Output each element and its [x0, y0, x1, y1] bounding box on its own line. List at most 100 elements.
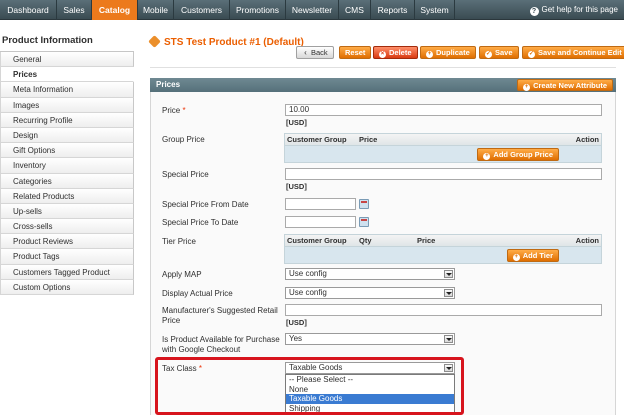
- duplicate-button-label: Duplicate: [436, 48, 470, 57]
- sidebar-item-meta-information[interactable]: Meta Information: [0, 82, 134, 98]
- sidebar-item-customers-tagged-product[interactable]: Customers Tagged Product: [0, 264, 134, 280]
- nav-newsletter[interactable]: Newsletter: [286, 0, 339, 20]
- apply-map-label: Apply MAP: [162, 270, 202, 279]
- save-continue-button-label: Save and Continue Edit: [538, 48, 622, 57]
- google-checkout-label-line2: with Google Checkout: [162, 345, 241, 354]
- calendar-icon[interactable]: [359, 217, 369, 227]
- msrp-currency-note: [USD]: [286, 318, 307, 327]
- group-price-grid: Customer Group Price Action + Add Group P…: [284, 133, 602, 163]
- save-icon: ✓: [485, 51, 492, 58]
- chevron-down-icon: [444, 335, 453, 343]
- sidebar-item-recurring-profile[interactable]: Recurring Profile: [0, 112, 134, 128]
- sidebar-item-prices[interactable]: Prices: [0, 67, 134, 83]
- reset-button[interactable]: Reset: [339, 46, 372, 59]
- delete-button-label: Delete: [389, 48, 412, 57]
- add-tier-button[interactable]: + Add Tier: [506, 249, 559, 262]
- save-button[interactable]: ✓ Save: [479, 46, 519, 59]
- save-continue-icon: ✓: [528, 51, 535, 58]
- product-icon: [148, 35, 161, 48]
- header-divider: [150, 67, 616, 68]
- sidebar-item-categories[interactable]: Categories: [0, 173, 134, 189]
- special-price-label: Special Price: [162, 170, 209, 179]
- sidebar-item-general[interactable]: General: [0, 52, 134, 68]
- add-group-price-button[interactable]: + Add Group Price: [477, 148, 559, 161]
- sidebar-item-custom-options[interactable]: Custom Options: [0, 279, 134, 295]
- msrp-input[interactable]: [285, 304, 602, 316]
- page-title: STS Test Product #1 (Default): [148, 35, 304, 48]
- sidebar-item-product-reviews[interactable]: Product Reviews: [0, 234, 134, 250]
- nav-mobile[interactable]: Mobile: [138, 0, 174, 20]
- add-tier-label: Add Tier: [522, 251, 553, 260]
- chevron-down-icon: [444, 289, 453, 297]
- price-input[interactable]: 10.00: [285, 104, 602, 116]
- sidebar-item-design[interactable]: Design: [0, 127, 134, 144]
- sidebar-item-related-products[interactable]: Related Products: [0, 188, 134, 204]
- prices-section-title: Prices: [156, 80, 181, 89]
- nav-reports[interactable]: Reports: [371, 0, 415, 20]
- group-price-grid-header: Customer Group Price Action: [285, 134, 601, 146]
- top-navigation: Dashboard Sales Catalog Mobile Customers…: [0, 0, 624, 20]
- sidebar-item-cross-sells[interactable]: Cross-sells: [0, 219, 134, 235]
- google-checkout-select[interactable]: Yes: [285, 333, 455, 345]
- nav-system[interactable]: System: [415, 0, 455, 20]
- msrp-label-line1: Manufacturer's Suggested Retail: [162, 306, 278, 315]
- back-button[interactable]: ‹ Back: [296, 46, 334, 59]
- save-button-label: Save: [495, 48, 513, 57]
- apply-map-select[interactable]: Use config: [285, 268, 455, 280]
- google-checkout-label-line1: Is Product Available for Purchase: [162, 335, 280, 344]
- tier-price-grid-header: Customer Group Qty Price Action: [285, 235, 601, 247]
- google-checkout-value: Yes: [289, 334, 303, 343]
- prices-section-header: Prices + Create New Attribute: [150, 78, 616, 92]
- sidebar-item-gift-options[interactable]: Gift Options: [0, 143, 134, 159]
- nav-promotions[interactable]: Promotions: [230, 0, 286, 20]
- add-group-price-label: Add Group Price: [493, 150, 553, 159]
- create-attribute-button[interactable]: + Create New Attribute: [517, 79, 613, 91]
- sidebar-item-product-tags[interactable]: Product Tags: [0, 249, 134, 265]
- tier-price-label: Tier Price: [162, 237, 196, 246]
- group-price-grid-body: + Add Group Price: [285, 146, 601, 162]
- duplicate-icon: +: [426, 51, 433, 58]
- nav-cms[interactable]: CMS: [339, 0, 371, 20]
- msrp-label-line2: Price: [162, 316, 181, 325]
- help-link[interactable]: ? Get help for this page: [529, 0, 619, 20]
- page-title-text: STS Test Product #1 (Default): [164, 37, 304, 48]
- tier-price-grid-body: + Add Tier: [285, 247, 601, 263]
- help-label: Get help for this page: [541, 5, 619, 14]
- help-icon: ?: [529, 7, 539, 16]
- sidebar-item-inventory[interactable]: Inventory: [0, 158, 134, 174]
- sidebar-item-up-sells[interactable]: Up-sells: [0, 203, 134, 220]
- display-actual-price-select[interactable]: Use config: [285, 287, 455, 299]
- tier-price-col-group: Customer Group: [287, 236, 347, 245]
- back-button-label: Back: [311, 48, 328, 57]
- price-required-mark: *: [182, 106, 186, 115]
- price-currency-note: [USD]: [286, 118, 307, 127]
- plus-icon: +: [523, 84, 531, 91]
- delete-button[interactable]: × Delete: [373, 46, 418, 59]
- group-price-col-action: Action: [575, 135, 599, 144]
- display-actual-price-label: Display Actual Price: [162, 289, 233, 298]
- duplicate-button[interactable]: + Duplicate: [420, 46, 476, 59]
- special-from-input[interactable]: [285, 198, 356, 210]
- plus-icon: +: [512, 254, 520, 261]
- nav-dashboard[interactable]: Dashboard: [0, 0, 57, 20]
- nav-customers[interactable]: Customers: [174, 0, 230, 20]
- tier-price-col-price: Price: [417, 236, 436, 245]
- tax-class-highlight: [155, 357, 464, 415]
- chevron-down-icon: [444, 270, 453, 278]
- sidebar-item-images[interactable]: Images: [0, 97, 134, 113]
- tier-price-grid: Customer Group Qty Price Action + Add Tie…: [284, 234, 602, 264]
- create-attribute-label: Create New Attribute: [533, 81, 607, 90]
- msrp-label: Manufacturer's Suggested Retail Price: [162, 306, 278, 326]
- group-price-label: Group Price: [162, 135, 205, 144]
- special-price-currency-note: [USD]: [286, 182, 307, 191]
- group-price-col-price: Price: [359, 135, 378, 144]
- price-label-text: Price: [162, 106, 181, 115]
- sidebar-tabs: General Prices Meta Information Images R…: [0, 51, 134, 295]
- nav-sales[interactable]: Sales: [57, 0, 92, 20]
- special-price-input[interactable]: [285, 168, 602, 180]
- calendar-icon[interactable]: [359, 199, 369, 209]
- nav-catalog[interactable]: Catalog: [92, 0, 138, 20]
- special-to-label: Special Price To Date: [162, 218, 239, 227]
- save-continue-button[interactable]: ✓ Save and Continue Edit: [522, 46, 624, 59]
- special-to-input[interactable]: [285, 216, 356, 228]
